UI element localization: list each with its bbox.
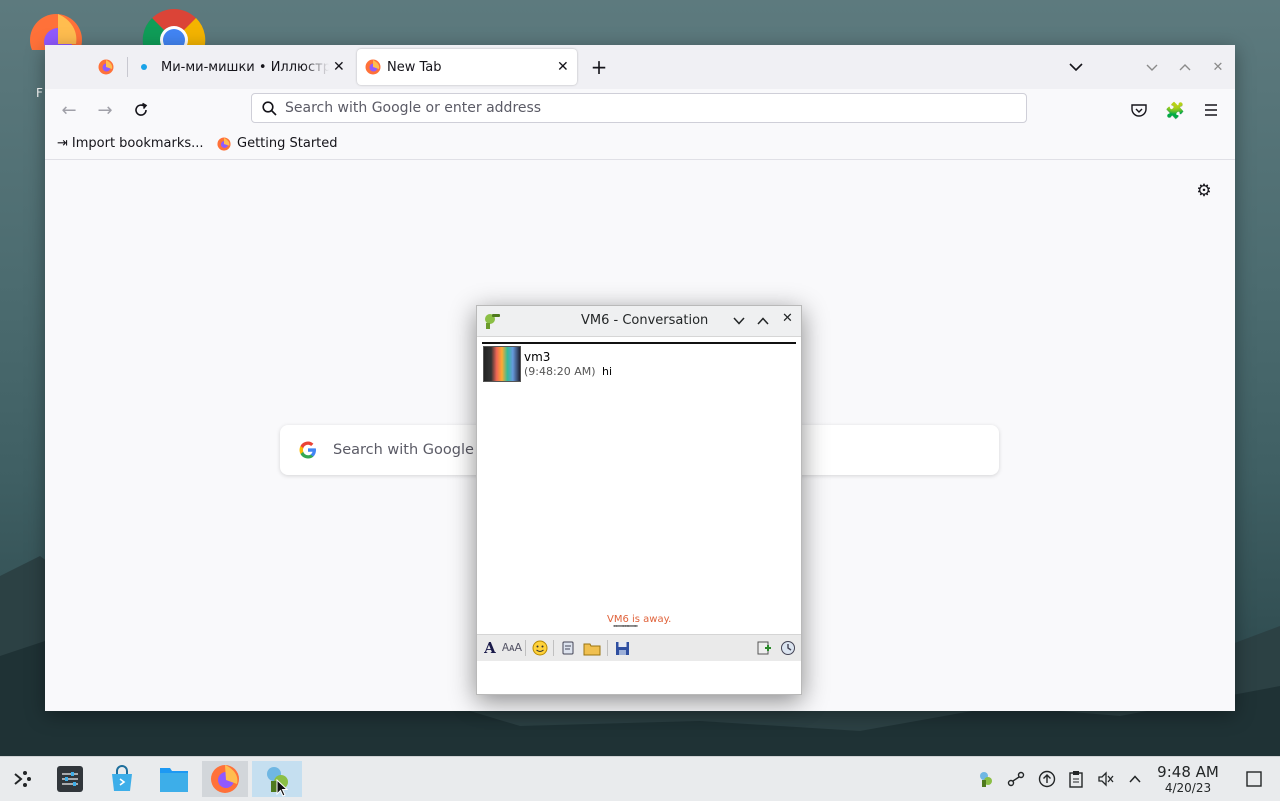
taskbar-firefox-icon[interactable] [202,761,248,797]
application-launcher-icon[interactable] [2,761,42,797]
formatting-toolbar: A 🗛A [477,634,801,662]
list-all-tabs-chevron-icon[interactable] [1065,55,1087,79]
newtab-settings-gear-icon[interactable]: ⚙ [1193,180,1215,202]
save-icon[interactable] [613,639,631,657]
show-hidden-icons-chevron-icon[interactable] [1125,769,1145,789]
tab-label: Ми-ми-мишки • Иллюстр [161,59,329,75]
conversation-titlebar: VM6 - Conversation ✕ [477,306,801,337]
send-file-icon[interactable] [583,639,601,657]
firefox-favicon-icon [98,59,114,75]
system-settings-icon[interactable] [50,761,90,797]
maximize-window-icon[interactable] [1176,55,1194,79]
typing-indicator: '''''''''''''''''''''''''' [613,624,638,632]
message-timestamp: (9:48:20 AM) [524,365,596,378]
blue-dot-favicon-icon [141,64,147,70]
bookmark-label: Getting Started [237,136,338,151]
close-icon[interactable]: ✕ [782,311,793,326]
tab-mimimishki[interactable]: Ми-ми-мишки • Иллюстр ✕ [131,49,353,85]
close-tab-icon[interactable]: ✕ [333,59,345,75]
back-arrow-icon[interactable]: ← [57,98,81,122]
hamburger-menu-icon[interactable] [1199,98,1223,122]
clipboard-icon[interactable] [1066,769,1086,789]
tab-label: New Tab [387,59,442,75]
minimize-window-icon[interactable] [1143,55,1161,79]
volume-muted-icon[interactable] [1096,769,1116,789]
bookmarks-toolbar: ⇥ Import bookmarks... Getting Started [45,131,1235,160]
font-icon[interactable]: A [481,639,499,657]
clock-date: 4/20/23 [1164,781,1212,795]
discover-store-icon[interactable] [102,761,142,797]
pocket-icon[interactable] [1127,98,1151,122]
smiley-icon[interactable] [531,639,549,657]
tab-pinned-firefox[interactable] [85,49,127,85]
attention-icon[interactable] [559,639,577,657]
close-tab-icon[interactable]: ✕ [557,59,569,75]
message-history[interactable]: vm3 (9:48:20 AM) hi [482,342,796,624]
close-window-icon[interactable]: ✕ [1209,55,1227,79]
minimize-icon[interactable] [733,314,745,329]
chrome-desktop-icon[interactable] [142,8,206,71]
taskbar: 9:48 AM 4/20/23 [0,756,1280,801]
address-bar[interactable]: Search with Google or enter address [251,93,1027,123]
google-g-icon [299,441,316,459]
insert-link-icon[interactable] [779,639,797,657]
clock-time: 9:48 AM [1157,763,1219,781]
new-tab-button[interactable]: + [587,55,611,79]
updates-icon[interactable] [1037,769,1057,789]
message-input[interactable] [477,661,801,694]
tab-bar: Ми-ми-мишки • Иллюстр ✕ New Tab ✕ + ✕ [45,45,1235,89]
kde-connect-icon[interactable] [1006,769,1026,789]
extensions-puzzle-icon[interactable]: 🧩 [1163,98,1187,122]
buddy-avatar [483,346,521,382]
import-icon: ⇥ [57,136,68,151]
reload-icon[interactable] [129,98,153,122]
bookmark-label: Import bookmarks... [71,136,204,151]
search-icon [262,100,277,116]
message-sender: vm3 [524,350,551,364]
bookmark-getting-started[interactable]: Getting Started [217,136,338,151]
message-text: hi [602,365,613,378]
show-desktop-icon[interactable] [1244,769,1264,789]
file-manager-icon[interactable] [154,761,194,797]
maximize-icon[interactable] [757,314,769,329]
bookmark-import[interactable]: ⇥ Import bookmarks... [57,136,204,151]
pidgin-app-icon [483,312,501,334]
text-style-icon[interactable]: 🗛A [502,639,522,657]
firefox-favicon-icon [217,136,231,151]
conversation-window: VM6 - Conversation ✕ vm3 (9:48:20 AM) hi… [476,305,802,695]
conversation-title: VM6 - Conversation [581,313,709,328]
pidgin-tray-icon[interactable] [976,769,996,789]
tab-new-tab[interactable]: New Tab ✕ [357,49,577,85]
insert-image-icon[interactable] [755,639,773,657]
digital-clock[interactable]: 9:48 AM 4/20/23 [1152,763,1224,796]
mouse-pointer-icon [276,778,289,801]
firefox-favicon-icon [365,59,381,75]
desktop-icon-label: F [36,86,43,100]
forward-arrow-icon[interactable]: → [93,98,117,122]
address-bar-placeholder: Search with Google or enter address [285,100,542,116]
